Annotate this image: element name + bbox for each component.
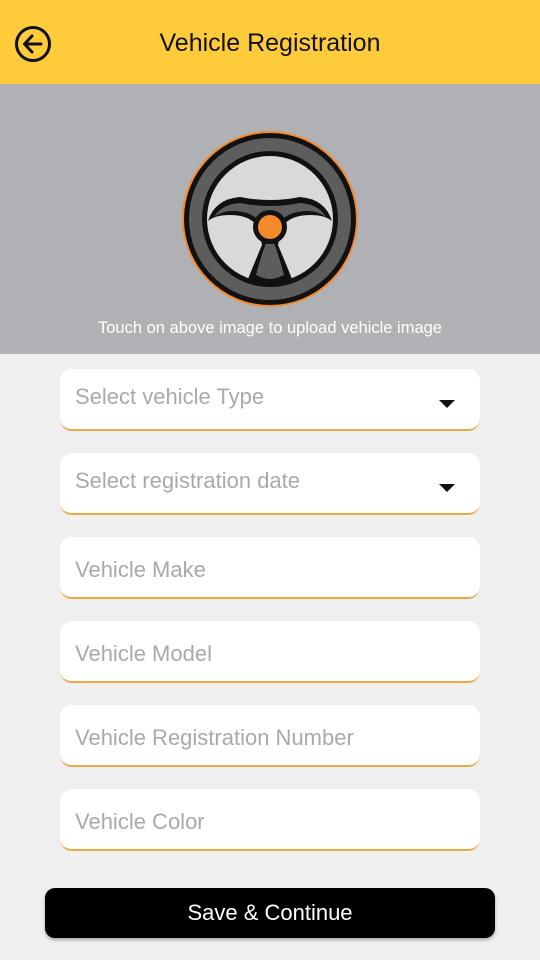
caret-down-icon <box>439 400 455 408</box>
back-button[interactable] <box>14 25 52 63</box>
vehicle-model-input[interactable] <box>75 621 435 681</box>
vehicle-form: Select vehicle Type Select registration … <box>60 369 480 873</box>
caret-down-icon <box>439 484 455 492</box>
app-header: Vehicle Registration <box>0 0 540 84</box>
vehicle-registration-number-input[interactable] <box>75 705 435 765</box>
vehicle-registration-number-field-wrap <box>60 705 480 767</box>
vehicle-image-panel: Touch on above image to upload vehicle i… <box>0 84 540 354</box>
vehicle-image-upload[interactable] <box>180 129 360 309</box>
steering-wheel-icon <box>182 131 358 307</box>
vehicle-type-placeholder: Select vehicle Type <box>75 384 265 409</box>
registration-date-select[interactable]: Select registration date <box>60 453 480 515</box>
page-title: Vehicle Registration <box>159 28 381 57</box>
vehicle-make-input[interactable] <box>75 537 435 597</box>
vehicle-make-field-wrap <box>60 537 480 599</box>
arrow-left-circle-icon <box>15 26 51 62</box>
registration-date-placeholder: Select registration date <box>75 468 301 493</box>
vehicle-color-field-wrap <box>60 789 480 851</box>
vehicle-model-field-wrap <box>60 621 480 683</box>
vehicle-color-input[interactable] <box>75 789 435 849</box>
vehicle-type-select[interactable]: Select vehicle Type <box>60 369 480 431</box>
save-continue-button[interactable]: Save & Continue <box>45 888 495 938</box>
upload-hint-text: Touch on above image to upload vehicle i… <box>98 319 442 337</box>
